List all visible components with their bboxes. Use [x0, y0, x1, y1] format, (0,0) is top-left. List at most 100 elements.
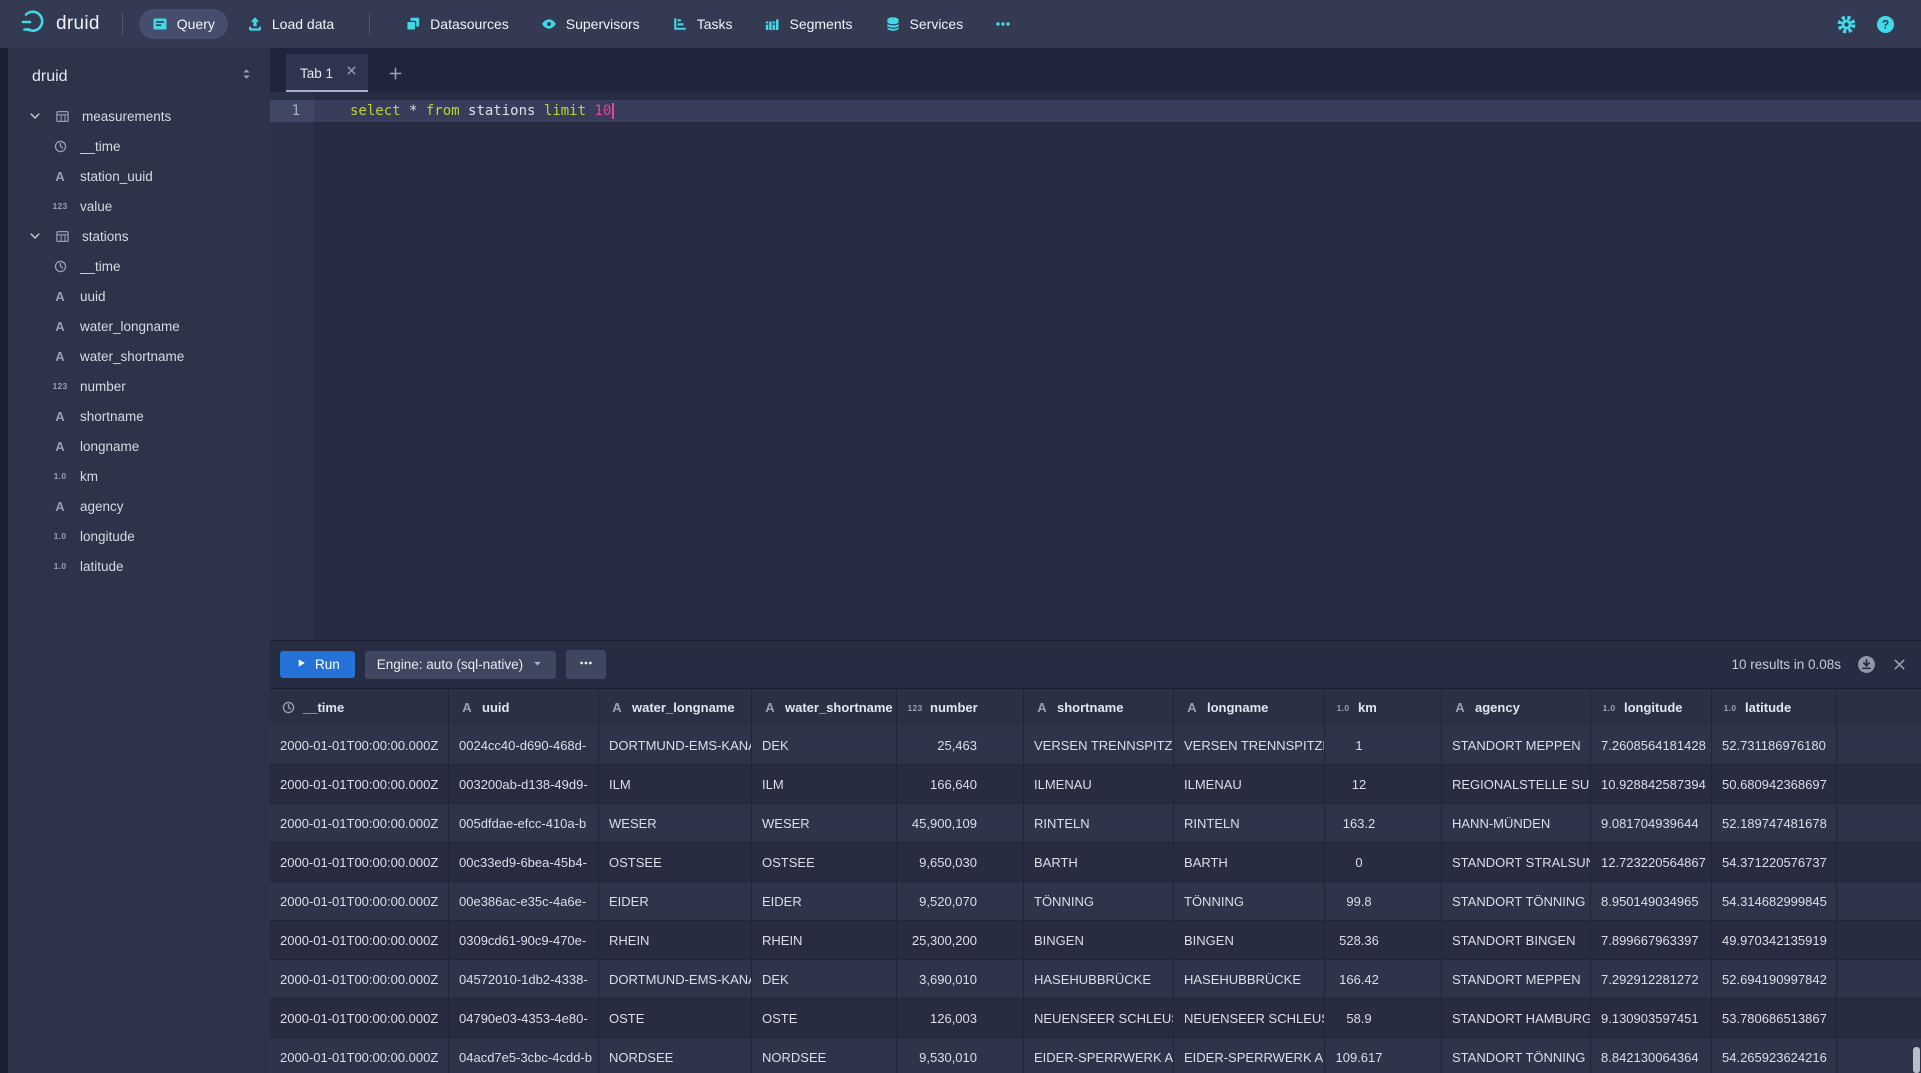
cell-longitude[interactable]: 9.081704939644 [1591, 804, 1712, 843]
cell-water_longname[interactable]: OSTSEE [599, 843, 752, 882]
cell-agency[interactable]: REGIONALSTELLE SUHL [1442, 765, 1591, 804]
column-header-km[interactable]: 1.0km [1325, 689, 1442, 726]
cell-latitude[interactable]: 52.189747481678 [1712, 804, 1837, 843]
tree-column-number[interactable]: 123number [8, 371, 270, 401]
cell-km[interactable]: 163.2 [1325, 804, 1442, 843]
cell-latitude[interactable]: 54.265923624216 [1712, 1038, 1837, 1073]
cell-number[interactable]: 9,530,010 [897, 1038, 1024, 1073]
cell-km[interactable]: 0 [1325, 843, 1442, 882]
cell-km[interactable]: 166.42 [1325, 960, 1442, 999]
cell-longitude[interactable]: 7.2608564181428 [1591, 726, 1712, 765]
cell-__time[interactable]: 2000-01-01T00:00:00.000Z [270, 843, 449, 882]
cell-agency[interactable]: STANDORT HAMBURG [1442, 999, 1591, 1038]
cell-__time[interactable]: 2000-01-01T00:00:00.000Z [270, 921, 449, 960]
tree-column-water_shortname[interactable]: Awater_shortname [8, 341, 270, 371]
cell-shortname[interactable]: HASEHUBBRÜCKE [1024, 960, 1174, 999]
cell-latitude[interactable]: 53.780686513867 [1712, 999, 1837, 1038]
cell-__time[interactable]: 2000-01-01T00:00:00.000Z [270, 999, 449, 1038]
cell-longitude[interactable]: 8.842130064364 [1591, 1038, 1712, 1073]
sql-editor[interactable]: 1 select * from stations limit 10 [270, 92, 1921, 640]
cell-latitude[interactable]: 54.314682999845 [1712, 882, 1837, 921]
cell-number[interactable]: 126,003 [897, 999, 1024, 1038]
cell-shortname[interactable]: BARTH [1024, 843, 1174, 882]
cell-km[interactable]: 528.36 [1325, 921, 1442, 960]
nav-item-tasks[interactable]: Tasks [659, 9, 746, 39]
cell-longname[interactable]: TÖNNING [1174, 882, 1325, 921]
double-caret-vertical-icon[interactable] [239, 66, 254, 87]
column-header-number[interactable]: 123number [897, 689, 1024, 726]
cell-shortname[interactable]: EIDER-SPERRWERK AP [1024, 1038, 1174, 1073]
cell-shortname[interactable]: TÖNNING [1024, 882, 1174, 921]
cell-__time[interactable]: 2000-01-01T00:00:00.000Z [270, 960, 449, 999]
tree-column-__time[interactable]: __time [8, 251, 270, 281]
cell-number[interactable]: 25,300,200 [897, 921, 1024, 960]
nav-item-datasources[interactable]: Datasources [392, 9, 522, 39]
cell-longitude[interactable]: 9.130903597451 [1591, 999, 1712, 1038]
nav-item-load-data[interactable]: Load data [234, 9, 347, 39]
cell-number[interactable]: 166,640 [897, 765, 1024, 804]
druid-brand[interactable]: druid [14, 9, 106, 40]
cell-water_longname[interactable]: DORTMUND-EMS-KANAL [599, 726, 752, 765]
column-header-agency[interactable]: Aagency [1442, 689, 1591, 726]
cell-uuid[interactable]: 003200ab-d138-49d9- [449, 765, 599, 804]
cell-water_shortname[interactable]: OSTE [752, 999, 897, 1038]
run-button[interactable]: Run [280, 651, 355, 678]
tree-column-__time[interactable]: __time [8, 131, 270, 161]
cell-agency[interactable]: STANDORT STRALSUND [1442, 843, 1591, 882]
results-scrollbar-thumb[interactable] [1913, 1047, 1920, 1073]
cell-latitude[interactable]: 54.371220576737 [1712, 843, 1837, 882]
cell-uuid[interactable]: 0309cd61-90c9-470e- [449, 921, 599, 960]
cell-latitude[interactable]: 49.970342135919 [1712, 921, 1837, 960]
sql-line-1[interactable]: 1 select * from stations limit 10 [270, 100, 1921, 122]
cell-number[interactable]: 45,900,109 [897, 804, 1024, 843]
cell-water_longname[interactable]: ILM [599, 765, 752, 804]
cell-latitude[interactable]: 52.731186976180 [1712, 726, 1837, 765]
cell-uuid[interactable]: 0024cc40-d690-468d- [449, 726, 599, 765]
tree-column-uuid[interactable]: Auuid [8, 281, 270, 311]
tree-column-station_uuid[interactable]: Astation_uuid [8, 161, 270, 191]
cell-longitude[interactable]: 12.723220564867 [1591, 843, 1712, 882]
cell-__time[interactable]: 2000-01-01T00:00:00.000Z [270, 882, 449, 921]
tab-close-icon[interactable] [345, 64, 358, 82]
cell-longitude[interactable]: 8.950149034965 [1591, 882, 1712, 921]
tree-column-longitude[interactable]: 1.0longitude [8, 521, 270, 551]
tab-tab1[interactable]: Tab 1 [286, 54, 368, 92]
cell-number[interactable]: 9,650,030 [897, 843, 1024, 882]
cell-number[interactable]: 25,463 [897, 726, 1024, 765]
nav-item-services[interactable]: Services [872, 9, 977, 39]
cell-water_shortname[interactable]: ILM [752, 765, 897, 804]
tree-column-agency[interactable]: Aagency [8, 491, 270, 521]
tree-column-value[interactable]: 123value [8, 191, 270, 221]
cell-water_shortname[interactable]: DEK [752, 726, 897, 765]
cell-water_shortname[interactable]: NORDSEE [752, 1038, 897, 1073]
cell-water_shortname[interactable]: WESER [752, 804, 897, 843]
column-header-water_shortname[interactable]: Awater_shortname [752, 689, 897, 726]
nav-item-supervisors[interactable]: Supervisors [528, 9, 653, 39]
cell-shortname[interactable]: BINGEN [1024, 921, 1174, 960]
close-results-icon[interactable] [1892, 657, 1907, 672]
cell-latitude[interactable]: 50.680942368697 [1712, 765, 1837, 804]
cell-longname[interactable]: RINTELN [1174, 804, 1325, 843]
cell-km[interactable]: 12 [1325, 765, 1442, 804]
nav-item-query[interactable]: Query [139, 9, 228, 39]
cell-uuid[interactable]: 00c33ed9-6bea-45b4- [449, 843, 599, 882]
tree-column-longname[interactable]: Alongname [8, 431, 270, 461]
cell-agency[interactable]: STANDORT TÖNNING [1442, 882, 1591, 921]
cell-longname[interactable]: VERSEN TRENNSPITZE [1174, 726, 1325, 765]
cell-water_shortname[interactable]: OSTSEE [752, 843, 897, 882]
cell-agency[interactable]: STANDORT TÖNNING [1442, 1038, 1591, 1073]
column-header-shortname[interactable]: Ashortname [1024, 689, 1174, 726]
cell-longitude[interactable]: 7.292912281272 [1591, 960, 1712, 999]
cell-km[interactable]: 109.617 [1325, 1038, 1442, 1073]
cell-longname[interactable]: HASEHUBBRÜCKE [1174, 960, 1325, 999]
cell-number[interactable]: 9,520,070 [897, 882, 1024, 921]
cell-uuid[interactable]: 00e386ac-e35c-4a6e- [449, 882, 599, 921]
new-tab-button[interactable] [388, 54, 403, 92]
cell-uuid[interactable]: 04acd7e5-3cbc-4cdd-b [449, 1038, 599, 1073]
column-header-latitude[interactable]: 1.0latitude [1712, 689, 1837, 726]
cell-longname[interactable]: BARTH [1174, 843, 1325, 882]
nav-more-menu[interactable] [982, 9, 1024, 39]
settings-gear-icon[interactable] [1837, 15, 1856, 34]
download-results-icon[interactable] [1857, 655, 1876, 674]
query-more-button[interactable] [566, 650, 606, 679]
